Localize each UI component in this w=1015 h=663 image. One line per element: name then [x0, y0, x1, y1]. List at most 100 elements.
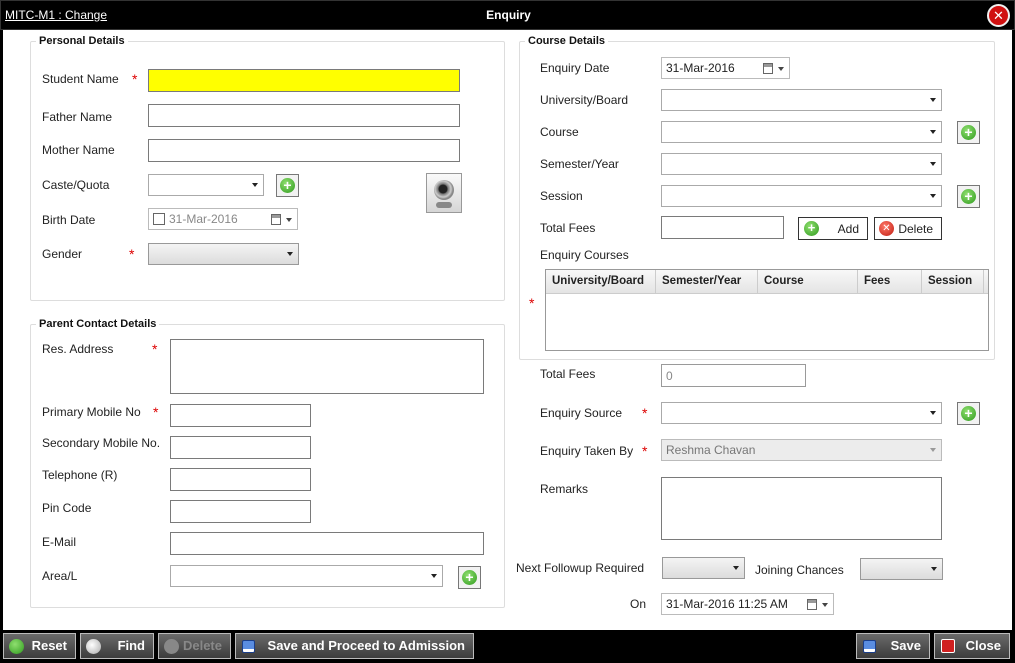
- birth-date-value: 31-Mar-2016: [169, 212, 238, 226]
- column-header[interactable]: Semester/Year: [656, 270, 758, 294]
- student-name-label: Student Name: [42, 72, 119, 86]
- joining-chances-label: Joining Chances: [755, 563, 844, 577]
- mother-name-label: Mother Name: [42, 143, 115, 157]
- course-select[interactable]: [661, 121, 942, 143]
- semester-year-select[interactable]: [661, 153, 942, 175]
- column-header[interactable]: Course: [758, 270, 858, 294]
- find-button[interactable]: Find: [80, 633, 154, 659]
- save-icon: [863, 640, 876, 653]
- university-board-label: University/Board: [540, 93, 629, 107]
- delete-course-row-button[interactable]: ✕ Delete: [874, 217, 942, 240]
- caste-quota-select[interactable]: [148, 174, 264, 196]
- delete-button-label: Delete: [182, 638, 222, 653]
- delete-icon: ✕: [879, 221, 894, 236]
- chevron-down-icon: [778, 67, 784, 71]
- area-select[interactable]: [170, 565, 443, 587]
- birth-date-checkbox[interactable]: [153, 213, 165, 225]
- close-window-icon[interactable]: ✕: [987, 4, 1010, 27]
- add-source-button[interactable]: +: [957, 402, 980, 425]
- next-followup-select[interactable]: [662, 557, 745, 579]
- mother-name-input[interactable]: [148, 139, 460, 162]
- enquiry-taken-by-label: Enquiry Taken By: [540, 444, 634, 458]
- gender-select[interactable]: [148, 243, 299, 265]
- save-and-proceed-button[interactable]: Save and Proceed to Admission: [235, 633, 474, 659]
- table-header: University/Board Semester/Year Course Fe…: [546, 270, 988, 294]
- caste-quota-label: Caste/Quota: [42, 178, 110, 192]
- save-button[interactable]: Save: [856, 633, 930, 659]
- university-board-select[interactable]: [661, 89, 942, 111]
- plus-icon: +: [961, 406, 976, 421]
- calendar-icon: [271, 214, 281, 225]
- primary-mobile-label: Primary Mobile No: [42, 405, 141, 419]
- title-bar: MITC-M1 : Change Enquiry ✕: [0, 0, 1015, 30]
- personal-details-legend: Personal Details: [39, 35, 125, 47]
- pin-code-input[interactable]: [170, 500, 311, 523]
- add-caste-button[interactable]: +: [276, 174, 299, 197]
- find-button-label: Find: [117, 638, 145, 653]
- total-fees-input[interactable]: [661, 364, 806, 387]
- plus-icon: +: [462, 570, 477, 585]
- column-header[interactable]: University/Board: [546, 270, 656, 294]
- birth-date-label: Birth Date: [42, 213, 96, 227]
- delete-icon: [164, 639, 179, 654]
- secondary-mobile-input[interactable]: [170, 436, 311, 459]
- chevron-down-icon: [287, 252, 293, 256]
- enquiry-taken-by-value: Reshma Chavan: [666, 443, 756, 457]
- res-address-label: Res. Address: [42, 342, 114, 356]
- course-total-fees-input[interactable]: [661, 216, 784, 239]
- course-details-legend: Course Details: [528, 35, 606, 47]
- email-label: E-Mail: [42, 535, 77, 549]
- power-icon: [941, 639, 955, 653]
- telephone-input[interactable]: [170, 468, 311, 491]
- required-mark: *: [152, 341, 158, 357]
- plus-icon: +: [280, 178, 295, 193]
- enquiry-source-select[interactable]: [661, 402, 942, 424]
- required-mark: *: [129, 246, 135, 262]
- area-label: Area/L: [42, 569, 78, 583]
- birth-date-picker[interactable]: 31-Mar-2016: [148, 208, 298, 230]
- column-header[interactable]: Session: [922, 270, 984, 294]
- plus-icon: +: [961, 189, 976, 204]
- joining-chances-select[interactable]: [860, 558, 943, 580]
- add-session-button[interactable]: +: [957, 185, 980, 208]
- webcam-button[interactable]: [426, 173, 462, 213]
- student-name-input[interactable]: [148, 69, 460, 92]
- add-area-button[interactable]: +: [458, 566, 481, 589]
- course-total-fees-label: Total Fees: [540, 221, 596, 235]
- delete-button[interactable]: Delete: [158, 633, 231, 659]
- email-input[interactable]: [170, 532, 484, 555]
- enquiry-courses-table[interactable]: University/Board Semester/Year Course Fe…: [545, 269, 989, 351]
- required-mark: *: [132, 71, 138, 87]
- required-mark: *: [529, 295, 535, 311]
- calendar-icon: [763, 63, 773, 74]
- followup-datetime-picker[interactable]: 31-Mar-2016 11:25 AM: [661, 593, 834, 615]
- chevron-down-icon: [930, 194, 936, 198]
- secondary-mobile-label: Secondary Mobile No.: [42, 436, 161, 450]
- session-select[interactable]: [661, 185, 942, 207]
- followup-on-label: On: [630, 597, 647, 611]
- remarks-input[interactable]: [661, 477, 942, 540]
- save-icon: [242, 640, 255, 653]
- chevron-down-icon: [822, 603, 828, 607]
- father-name-label: Father Name: [42, 110, 113, 124]
- total-fees-label: Total Fees: [540, 367, 596, 381]
- chevron-down-icon: [252, 183, 258, 187]
- form-body: Personal Details Student Name * Father N…: [0, 30, 1015, 630]
- enquiry-date-picker[interactable]: 31-Mar-2016: [661, 57, 790, 79]
- chevron-down-icon: [733, 566, 739, 570]
- primary-mobile-input[interactable]: [170, 404, 311, 427]
- enquiry-taken-by-select[interactable]: Reshma Chavan: [661, 439, 942, 461]
- telephone-label: Telephone (R): [42, 468, 118, 482]
- chevron-down-icon: [930, 162, 936, 166]
- add-button-label: Add: [837, 222, 859, 236]
- enquiry-courses-label: Enquiry Courses: [540, 248, 629, 262]
- column-header[interactable]: Fees: [858, 270, 922, 294]
- father-name-input[interactable]: [148, 104, 460, 127]
- add-course-button[interactable]: +: [957, 121, 980, 144]
- save-button-label: Save: [890, 638, 921, 653]
- reset-button-label: Reset: [31, 638, 67, 653]
- reset-button[interactable]: Reset: [3, 633, 76, 659]
- close-button[interactable]: Close: [934, 633, 1010, 659]
- res-address-input[interactable]: [170, 339, 484, 394]
- add-course-row-button[interactable]: + Add: [798, 217, 868, 240]
